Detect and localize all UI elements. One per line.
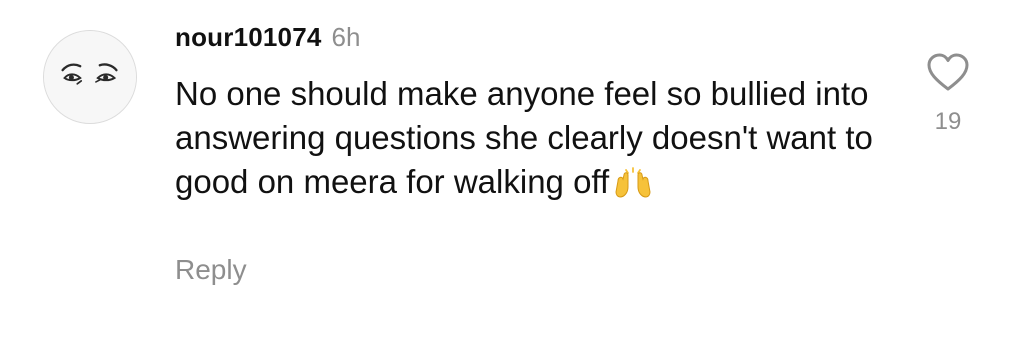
comment-text-content: No one should make anyone feel so bullie… [175, 75, 873, 200]
raising-hands-emoji-icon [615, 167, 651, 198]
comment-header: nour101074 6h [175, 22, 360, 60]
username[interactable]: nour101074 [175, 22, 322, 53]
reply-button[interactable]: Reply [175, 254, 247, 286]
avatar[interactable] [43, 30, 137, 124]
like-group: 19 [918, 52, 978, 136]
timestamp: 6h [331, 22, 361, 52]
comment-item: nour101074 6h No one should make anyone … [0, 0, 1024, 340]
face-sketch-avatar-icon [44, 31, 136, 123]
comment-text: No one should make anyone feel so bullie… [175, 72, 875, 204]
heart-outline-icon[interactable] [926, 52, 970, 92]
like-count: 19 [934, 108, 962, 135]
